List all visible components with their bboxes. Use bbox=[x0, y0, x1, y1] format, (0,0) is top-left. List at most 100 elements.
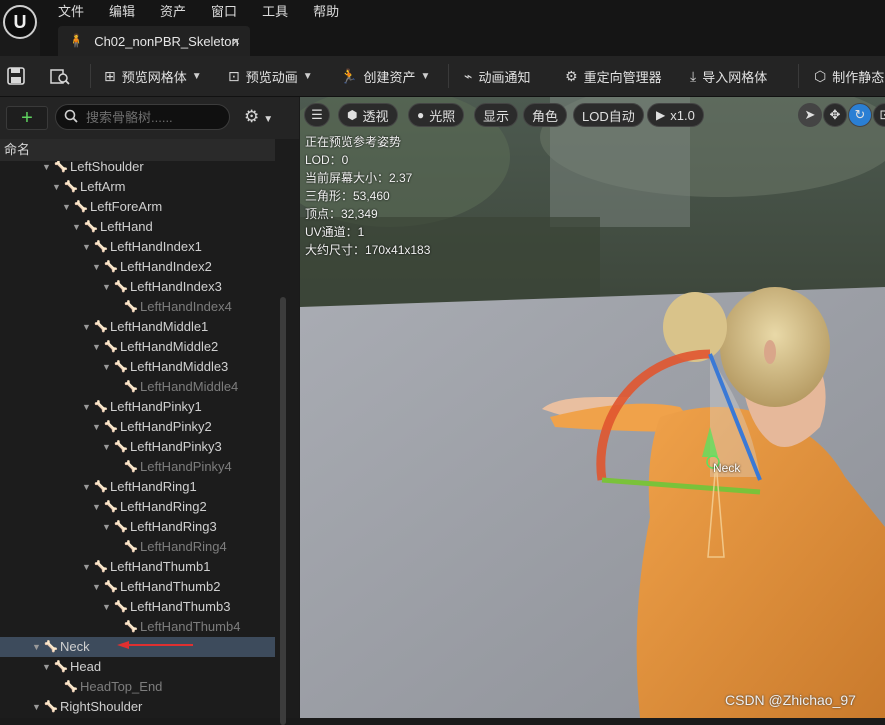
expand-arrow-icon[interactable]: ▼ bbox=[82, 477, 91, 497]
perspective-button[interactable]: ⬢ 透视 bbox=[338, 103, 398, 127]
scale-mode-button[interactable]: ⊡ bbox=[873, 103, 885, 127]
create-asset-button[interactable]: 🏃 创建资产 ▼ bbox=[340, 62, 430, 90]
bone-tree-row[interactable]: ▼ 🦴 LeftHandPinky2 bbox=[0, 417, 275, 437]
expand-arrow-icon[interactable]: ▼ bbox=[82, 317, 91, 337]
expand-arrow-icon[interactable]: ▼ bbox=[52, 177, 61, 197]
lod-label: LOD自动 bbox=[582, 108, 635, 124]
expand-arrow-icon[interactable]: ▼ bbox=[92, 497, 101, 517]
expand-arrow-icon[interactable]: ▼ bbox=[42, 657, 51, 677]
bone-tree-row[interactable]: ▼ 🦴 Head bbox=[0, 657, 275, 677]
bone-tree-row[interactable]: 🦴 HeadTop_End bbox=[0, 677, 275, 697]
tab-skeleton-asset[interactable]: 🧍 Ch02_nonPBR_Skeleton × bbox=[58, 26, 250, 56]
bone-name: LeftHandThumb4 bbox=[140, 619, 241, 634]
rotate-mode-button[interactable]: ↻ bbox=[848, 103, 872, 127]
expand-arrow-icon[interactable]: ▼ bbox=[32, 697, 41, 717]
playback-speed-button[interactable]: ▶ x1.0 bbox=[647, 103, 704, 127]
expand-arrow-icon[interactable]: ▼ bbox=[82, 237, 91, 257]
menu-help[interactable]: 帮助 bbox=[313, 1, 339, 20]
bone-tree-row[interactable]: ▼ 🦴 LeftHand bbox=[0, 217, 275, 237]
bone-tree-row[interactable]: ▼ 🦴 LeftHandMiddle1 bbox=[0, 317, 275, 337]
expand-arrow-icon[interactable]: ▼ bbox=[42, 161, 51, 177]
anim-notify-button[interactable]: ⌁ 动画通知 bbox=[464, 62, 530, 90]
expand-arrow-icon[interactable]: ▼ bbox=[102, 277, 111, 297]
bone-tree-row[interactable]: 🦴 LeftHandPinky4 bbox=[0, 457, 275, 477]
expand-arrow-icon[interactable]: ▼ bbox=[102, 517, 111, 537]
expand-arrow-icon[interactable]: ▼ bbox=[102, 357, 111, 377]
expand-arrow-icon[interactable]: ▼ bbox=[102, 437, 111, 457]
browse-asset-icon[interactable] bbox=[48, 64, 72, 88]
bone-tree-row[interactable]: ▼ 🦴 LeftHandMiddle2 bbox=[0, 337, 275, 357]
menu-edit[interactable]: 编辑 bbox=[109, 1, 135, 20]
column-header-name[interactable]: 命名 bbox=[0, 139, 275, 161]
viewport-menu-button[interactable]: ☰ bbox=[304, 103, 330, 127]
make-static-label: 制作静态 bbox=[832, 69, 885, 85]
save-icon[interactable] bbox=[4, 64, 28, 88]
menu-asset[interactable]: 资产 bbox=[160, 1, 186, 20]
expand-arrow-icon[interactable]: ▼ bbox=[92, 577, 101, 597]
expand-arrow-icon[interactable]: ▼ bbox=[82, 397, 91, 417]
bone-tree-row[interactable]: ▼ 🦴 LeftHandThumb3 bbox=[0, 597, 275, 617]
bone-tree-row[interactable]: ▼ 🦴 LeftHandIndex2 bbox=[0, 257, 275, 277]
bone-tree-row[interactable]: ▼ 🦴 LeftShoulder bbox=[0, 161, 275, 177]
bone-tree-row[interactable]: ▼ 🦴 LeftHandPinky1 bbox=[0, 397, 275, 417]
preview-viewport[interactable]: ☰ ⬢ 透视 ● 光照 显示 角色 LOD自动 ▶ x1.0 ➤ ✥ ↻ ⊡ bbox=[300, 97, 885, 718]
translate-mode-button[interactable]: ✥ bbox=[823, 103, 847, 127]
bone-tree-row[interactable]: ▼ 🦴 LeftHandIndex1 bbox=[0, 237, 275, 257]
bone-icon: 🦴 bbox=[104, 341, 118, 353]
cube-icon: ⬢ bbox=[347, 108, 358, 122]
bone-icon: 🦴 bbox=[104, 261, 118, 273]
character-label: 角色 bbox=[532, 108, 559, 124]
expand-arrow-icon[interactable]: ▼ bbox=[102, 597, 111, 617]
menu-window[interactable]: 窗口 bbox=[211, 1, 237, 20]
tree-scrollbar[interactable] bbox=[280, 297, 286, 725]
tab-close-button[interactable]: × bbox=[232, 33, 240, 49]
menu-tools[interactable]: 工具 bbox=[262, 1, 288, 20]
bone-tree-row[interactable]: ▼ 🦴 LeftHandRing2 bbox=[0, 497, 275, 517]
character-button[interactable]: 角色 bbox=[523, 103, 568, 127]
bone-tree-row[interactable]: ▼ 🦴 LeftHandIndex3 bbox=[0, 277, 275, 297]
expand-arrow-icon[interactable]: ▼ bbox=[92, 257, 101, 277]
unreal-logo-icon: U bbox=[3, 5, 37, 39]
bone-tree-row[interactable]: ▼ 🦴 LeftHandThumb1 bbox=[0, 557, 275, 577]
make-static-mesh-button[interactable]: ⬡ 制作静态 bbox=[814, 62, 884, 90]
expand-arrow-icon[interactable]: ▼ bbox=[92, 337, 101, 357]
preview-anim-button[interactable]: ⊡ 预览动画 ▼ bbox=[228, 62, 313, 90]
bone-tree-row[interactable]: 🦴 LeftHandThumb4 bbox=[0, 617, 275, 637]
bone-tree-row[interactable]: ▼ 🦴 LeftArm bbox=[0, 177, 275, 197]
import-mesh-button[interactable]: ⤓ 导入网格体 bbox=[690, 62, 767, 90]
bone-tree-row[interactable]: 🦴 LeftHandMiddle4 bbox=[0, 377, 275, 397]
expand-arrow-icon[interactable]: ▼ bbox=[92, 417, 101, 437]
bone-tree-row[interactable]: ▼ 🦴 LeftHandPinky3 bbox=[0, 437, 275, 457]
expand-arrow-icon[interactable]: ▼ bbox=[72, 217, 81, 237]
lod-button[interactable]: LOD自动 bbox=[573, 103, 644, 127]
import-icon: ⤓ bbox=[690, 67, 697, 84]
bone-icon: 🦴 bbox=[84, 221, 98, 233]
bone-tree-row[interactable]: ▼ 🦴 LeftHandMiddle3 bbox=[0, 357, 275, 377]
retarget-manager-button[interactable]: ⚙ 重定向管理器 bbox=[565, 62, 662, 90]
lit-button[interactable]: ● 光照 bbox=[408, 103, 465, 127]
bone-search-box[interactable] bbox=[55, 104, 230, 130]
bone-tree-row[interactable]: 🦴 LeftHandIndex4 bbox=[0, 297, 275, 317]
add-bone-button[interactable]: + bbox=[6, 106, 48, 130]
bone-name: LeftHandThumb1 bbox=[110, 559, 211, 574]
move-arrows-icon: ✥ bbox=[829, 107, 841, 122]
bone-tree-row[interactable]: 🦴 LeftHandRing4 bbox=[0, 537, 275, 557]
expand-arrow-icon[interactable]: ▼ bbox=[32, 637, 41, 657]
expand-arrow-icon[interactable]: ▼ bbox=[62, 197, 71, 217]
tree-settings-button[interactable]: ⚙ ▼ bbox=[244, 107, 273, 127]
bone-tree-row[interactable]: ▼ 🦴 LeftHandThumb2 bbox=[0, 577, 275, 597]
bone-search-input[interactable] bbox=[84, 108, 218, 126]
menu-file[interactable]: 文件 bbox=[58, 1, 84, 20]
preview-mesh-button[interactable]: ⊞ 预览网格体 ▼ bbox=[104, 62, 202, 90]
play-icon: ▶ bbox=[656, 108, 666, 122]
select-mode-button[interactable]: ➤ bbox=[798, 103, 822, 127]
tab-bar: 🧍 Ch02_nonPBR_Skeleton × bbox=[40, 22, 885, 56]
bone-tree-row[interactable]: ▼ 🦴 RightShoulder bbox=[0, 697, 275, 717]
skeleton-tree-panel: + ⚙▼ 命名 ▼🦴LeftShoulder▼🦴LeftArm▼🦴LeftFor… bbox=[0, 97, 299, 725]
retarget-manager-label: 重定向管理器 bbox=[583, 69, 662, 85]
bone-tree-row[interactable]: ▼ 🦴 LeftForeArm bbox=[0, 197, 275, 217]
bone-tree-row[interactable]: ▼ 🦴 LeftHandRing1 bbox=[0, 477, 275, 497]
expand-arrow-icon[interactable]: ▼ bbox=[82, 557, 91, 577]
bone-tree-row[interactable]: ▼ 🦴 LeftHandRing3 bbox=[0, 517, 275, 537]
show-button[interactable]: 显示 bbox=[474, 103, 519, 127]
